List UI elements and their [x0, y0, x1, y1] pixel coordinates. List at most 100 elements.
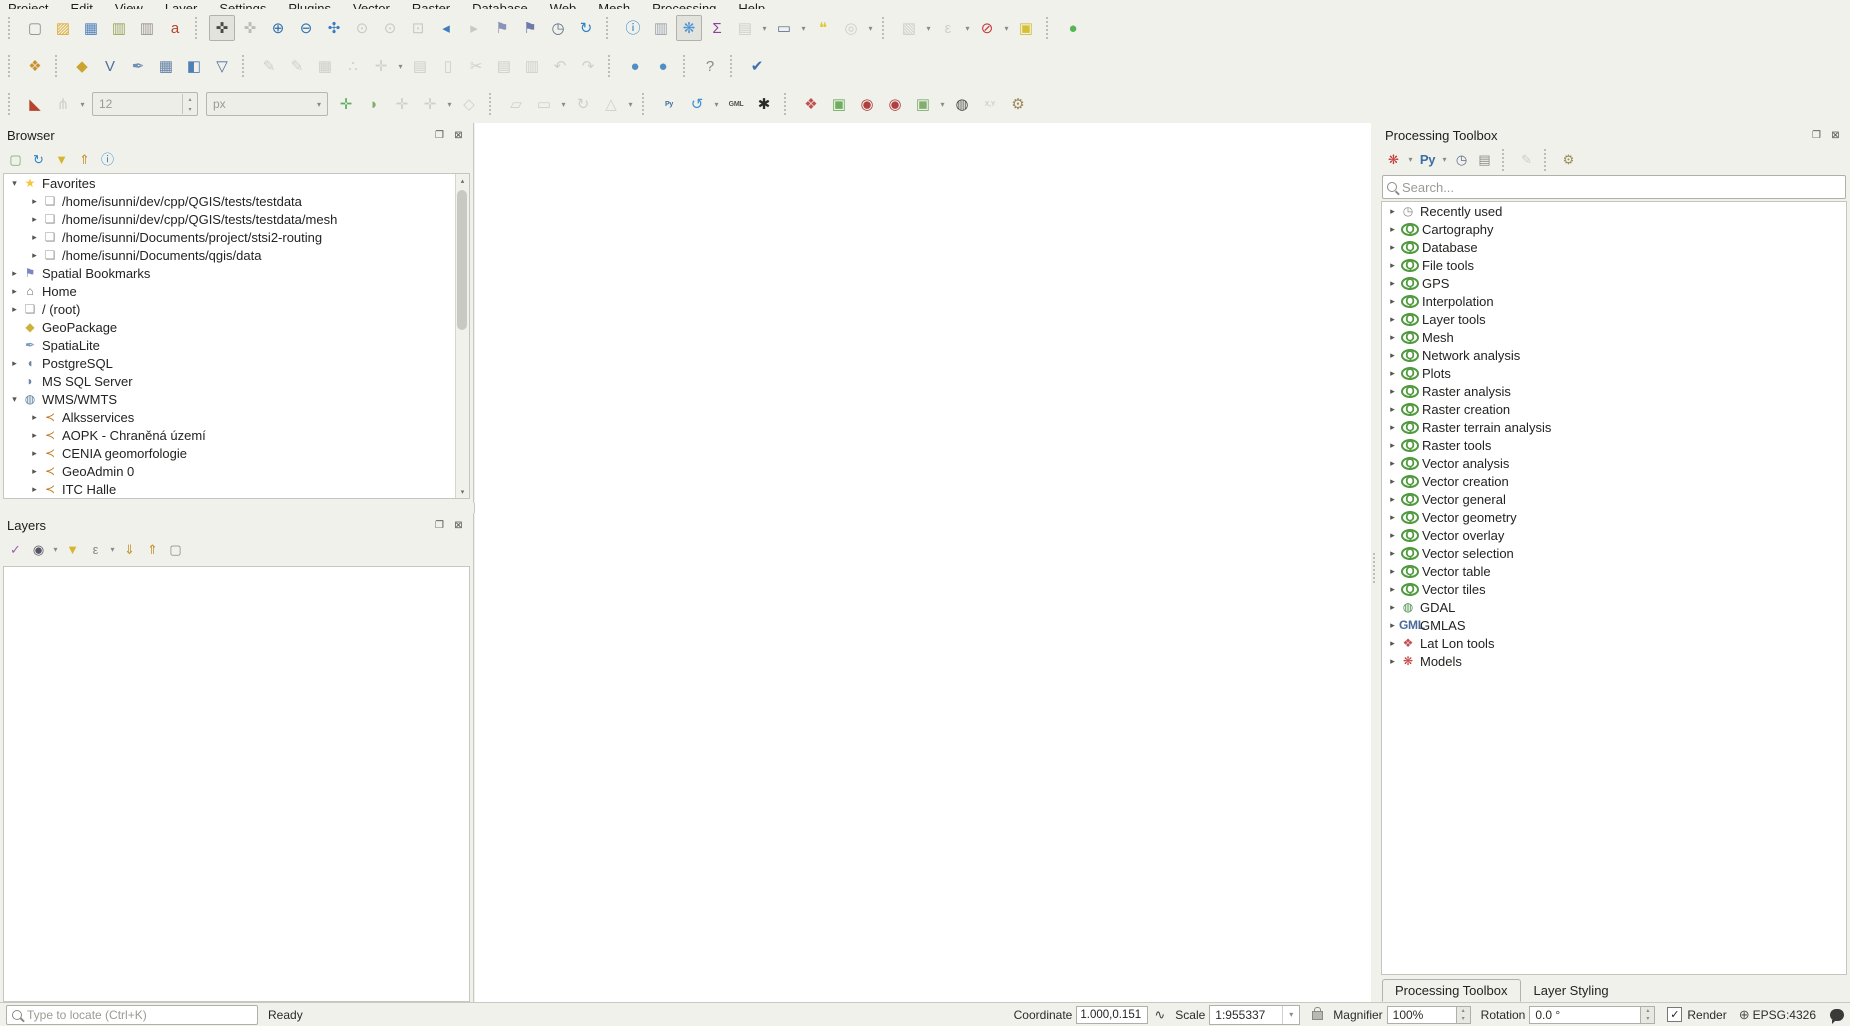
toolbar-grip[interactable]	[882, 17, 890, 39]
browser-item-home-isunni-documents-qgis-data[interactable]: ▸❏/home/isunni/Documents/qgis/data	[4, 246, 469, 264]
menu-processing[interactable]: Processing	[652, 0, 716, 9]
select-by-expression-dropdown[interactable]: ▾	[962, 15, 973, 41]
measure-line-dropdown[interactable]: ▾	[798, 15, 809, 41]
data-source-manager-button[interactable]: ❖	[22, 53, 48, 79]
enable-tracing-button[interactable]: ◗	[361, 91, 387, 117]
gml-application-schema-button[interactable]: GML	[723, 91, 749, 117]
new-spatial-bookmark-button[interactable]: ⚑	[489, 15, 515, 41]
layer-styling-toggle-button[interactable]: ◣	[22, 91, 48, 117]
expand-arrow-icon[interactable]: ▸	[1386, 224, 1399, 235]
spin-up-icon[interactable]: ▴	[183, 94, 197, 104]
expand-arrow-icon[interactable]: ▸	[8, 304, 21, 315]
tab-layer-styling[interactable]: Layer Styling	[1521, 979, 1622, 1002]
expand-arrow-icon[interactable]: ▸	[1386, 368, 1399, 379]
expand-arrow-icon[interactable]: ▸	[1386, 296, 1399, 307]
browser-item-geopackage[interactable]: ◆GeoPackage	[4, 318, 469, 336]
zoom-full-extent-button[interactable]: ✣	[321, 15, 347, 41]
expand-arrow-icon[interactable]: ▸	[1386, 458, 1399, 469]
processing-item-vector-selection[interactable]: ▸QVector selection	[1382, 544, 1846, 562]
browser-item-alksservices[interactable]: ▸≺Alksservices	[4, 408, 469, 426]
models-menu-dropdown[interactable]: ▾	[1405, 147, 1416, 173]
expand-arrow-icon[interactable]: ▸	[28, 196, 41, 207]
collapse-all-button[interactable]: ⇑	[74, 149, 95, 170]
toolbar-grip[interactable]	[8, 55, 16, 77]
messages-icon[interactable]	[1830, 1009, 1844, 1021]
expand-arrow-icon[interactable]: ▸	[8, 286, 21, 297]
spin-down-icon[interactable]: ▾	[1641, 1015, 1654, 1023]
toolbar-grip[interactable]	[683, 55, 691, 77]
models-menu-button[interactable]: ❋	[1383, 149, 1404, 170]
expand-arrow-icon[interactable]: ▸	[28, 484, 41, 495]
expand-arrow-icon[interactable]: ▸	[28, 250, 41, 261]
toolbar-grip[interactable]	[730, 55, 738, 77]
processing-item-vector-general[interactable]: ▸QVector general	[1382, 490, 1846, 508]
scroll-down-arrow[interactable]: ▾	[456, 485, 469, 498]
expand-arrow-icon[interactable]: ▸	[1386, 548, 1399, 559]
browser-scrollbar[interactable]: ▴ ▾	[455, 174, 469, 498]
rotation-spinbox[interactable]: 0.0 ° ▴▾	[1529, 1006, 1655, 1024]
scripts-menu-dropdown[interactable]: ▾	[1439, 147, 1450, 173]
spin-up-icon[interactable]: ▴	[1457, 1007, 1470, 1015]
expand-arrow-icon[interactable]: ▸	[1386, 476, 1399, 487]
processing-item-raster-creation[interactable]: ▸QRaster creation	[1382, 400, 1846, 418]
menu-web[interactable]: Web	[550, 0, 577, 9]
browser-item-home-isunni-dev-cpp-qgis-tests-testdata[interactable]: ▸❏/home/isunni/dev/cpp/QGIS/tests/testda…	[4, 192, 469, 210]
toolbar-grip[interactable]	[784, 93, 792, 115]
new-temporary-scratch-layer-button[interactable]: ▦	[153, 53, 179, 79]
font-units-combo[interactable]: px▾	[206, 92, 328, 116]
save-project-button[interactable]: ▦	[78, 15, 104, 41]
browser-item-aopk-chran-n-zem[interactable]: ▸≺AOPK - Chraněná území	[4, 426, 469, 444]
snap-to-segment-dropdown[interactable]: ▾	[444, 91, 455, 117]
refresh-browser-button[interactable]: ↻	[28, 149, 49, 170]
expand-arrow-icon[interactable]: ▸	[28, 448, 41, 459]
show-spatial-bookmarks-button[interactable]: ⚑	[517, 15, 543, 41]
expand-arrow-icon[interactable]: ▸	[1386, 278, 1399, 289]
new-virtual-layer-button[interactable]: ◧	[181, 53, 207, 79]
extents-toggle-icon[interactable]: ∿	[1154, 1007, 1165, 1023]
processing-item-plots[interactable]: ▸QPlots	[1382, 364, 1846, 382]
magnifier-spin-arrows[interactable]: ▴▾	[1457, 1006, 1471, 1024]
expand-arrow-icon[interactable]: ▸	[1386, 566, 1399, 577]
font-size-spin[interactable]: 12▴▾	[92, 92, 198, 116]
processing-options-button[interactable]: ⚙	[1558, 149, 1579, 170]
enable-snapping-button[interactable]: ✛	[333, 91, 359, 117]
field-calculator-button[interactable]: ▥	[648, 15, 674, 41]
processing-toolbox-toggle-button[interactable]: ❋	[676, 15, 702, 41]
run-feature-action-dropdown[interactable]: ▾	[865, 15, 876, 41]
toolbar-grip[interactable]	[242, 55, 250, 77]
processing-item-vector-table[interactable]: ▸QVector table	[1382, 562, 1846, 580]
toolbar-grip[interactable]	[1544, 149, 1552, 171]
processing-item-gmlas[interactable]: ▸GMLGMLAS	[1382, 616, 1846, 634]
layers-list-empty[interactable]	[3, 566, 470, 1002]
expand-arrow-icon[interactable]: ▸	[1386, 584, 1399, 595]
temporal-controller-button[interactable]: ◷	[545, 15, 571, 41]
menu-mesh[interactable]: Mesh	[598, 0, 630, 9]
menu-project[interactable]: Project	[8, 0, 48, 9]
menu-help[interactable]: Help	[738, 0, 765, 9]
style-manager-button[interactable]: a	[162, 15, 188, 41]
open-attribute-table-dropdown[interactable]: ▾	[759, 15, 770, 41]
browser-item-root[interactable]: ▸❏/ (root)	[4, 300, 469, 318]
new-spatialite-layer-button[interactable]: ✒	[125, 53, 151, 79]
expand-arrow-icon[interactable]: ▸	[1386, 620, 1399, 631]
manage-map-themes-dropdown[interactable]: ▾	[50, 537, 61, 563]
layers-close-button[interactable]: ⊠	[451, 518, 466, 533]
toolbar-grip[interactable]	[8, 93, 16, 115]
panel-splitter-vertical[interactable]	[1371, 123, 1378, 1002]
zoom-in-button[interactable]: ⊕	[265, 15, 291, 41]
deselect-all-dropdown[interactable]: ▾	[1001, 15, 1012, 41]
menu-edit[interactable]: Edit	[70, 0, 92, 9]
expand-arrow-icon[interactable]: ▸	[1386, 638, 1399, 649]
properties-widget-toggle-button[interactable]: ⓘ	[97, 149, 118, 170]
expand-arrow-icon[interactable]: ▸	[1386, 422, 1399, 433]
browser-item-spatial-bookmarks[interactable]: ▸⚑Spatial Bookmarks	[4, 264, 469, 282]
expand-arrow-icon[interactable]: ▸	[1386, 350, 1399, 361]
expand-arrow-icon[interactable]: ▸	[28, 412, 41, 423]
python-console-button[interactable]: Py	[656, 91, 682, 117]
deselect-all-button[interactable]: ⊘	[974, 15, 1000, 41]
scale-dropdown-icon[interactable]: ▾	[1282, 1006, 1299, 1024]
processing-item-file-tools[interactable]: ▸QFile tools	[1382, 256, 1846, 274]
crs-globe-icon[interactable]: ⊕	[1739, 1007, 1750, 1023]
move-features-dropdown[interactable]: ▾	[558, 91, 569, 117]
browser-item-itc-halle[interactable]: ▸≺ITC Halle	[4, 480, 469, 498]
